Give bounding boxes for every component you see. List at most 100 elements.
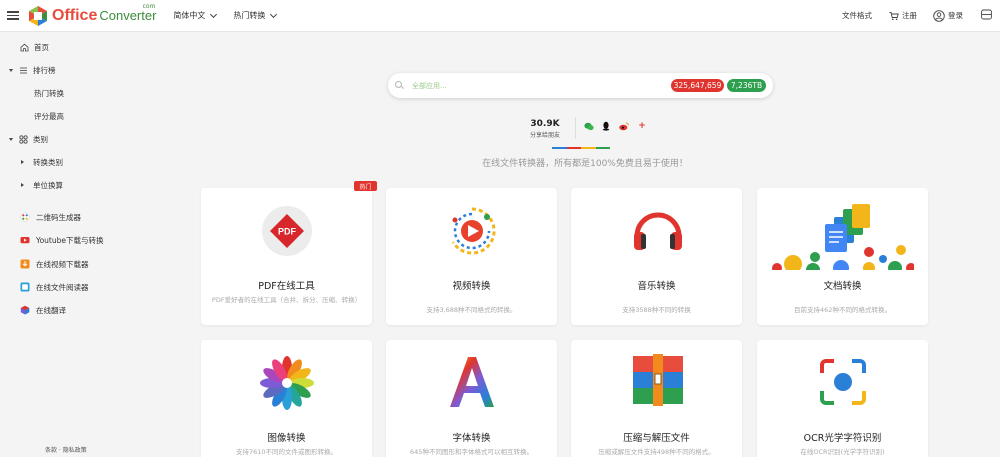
- chevron-down-icon: [210, 10, 218, 18]
- logo-com-text: com: [142, 2, 156, 10]
- login-label: 登录: [948, 11, 963, 20]
- home-icon: [20, 43, 29, 51]
- share-counter: 30.9K 分享给朋友: [515, 119, 575, 139]
- translate-icon: [20, 305, 30, 315]
- file-formats-link[interactable]: 文件格式: [842, 10, 872, 21]
- register-link[interactable]: 注册: [889, 10, 917, 21]
- apps-icon[interactable]: [981, 9, 992, 22]
- card-title: 文档转换: [823, 281, 862, 292]
- pdf-icon: PDF: [261, 205, 313, 259]
- search-input[interactable]: [412, 79, 652, 92]
- sidebar-item-top-rated[interactable]: 评分最高: [0, 108, 118, 124]
- sidebar-item-youtube[interactable]: Youtube下载与转换: [0, 232, 118, 248]
- sidebar-item-unit-convert[interactable]: 单位换算: [0, 177, 118, 193]
- grid-icon: [19, 134, 28, 144]
- caret-right-icon: [21, 160, 24, 164]
- sidebar-item-file-reader[interactable]: 在线文件阅读器: [0, 279, 118, 295]
- card-archive-convert[interactable]: 压缩与解压文件 压缩或解压文件支持498种不同的格式。: [571, 340, 742, 457]
- sidebar-item-label: 排行榜: [33, 65, 56, 75]
- logo-converter-text: Converter: [99, 7, 157, 23]
- sidebar-item-label: 在线文件阅读器: [36, 282, 89, 292]
- card-title: 压缩与解压文件: [623, 433, 690, 444]
- sidebar-item-video-downloader[interactable]: 在线视频下载器: [0, 256, 118, 272]
- card-desc: 支持7610不同的文件或图形转换。: [235, 448, 338, 456]
- caret-right-icon: [21, 183, 24, 187]
- register-label: 注册: [902, 11, 917, 20]
- logo-office-text: Office: [52, 6, 98, 24]
- caret-down-icon: [9, 137, 13, 141]
- color-strip: [552, 147, 610, 149]
- wechat-icon[interactable]: [584, 121, 594, 131]
- sidebar-footer-links[interactable]: 条款 · 隐私政策: [45, 445, 87, 454]
- hot-badge: 热门: [354, 181, 377, 191]
- sidebar-item-category[interactable]: 类别: [0, 131, 118, 147]
- search-bar: 325,647,659 7,236TB: [388, 73, 773, 98]
- sidebar-item-label: Youtube下载与转换: [36, 235, 104, 245]
- share-divider: [575, 117, 576, 139]
- card-title: OCR光学字符识别: [803, 433, 882, 444]
- qq-icon[interactable]: [601, 121, 611, 131]
- sidebar-item-hot-convert[interactable]: 热门转换: [0, 85, 118, 101]
- cart-icon: [889, 11, 899, 20]
- sidebar-item-label: 单位换算: [33, 180, 63, 190]
- card-image-convert[interactable]: 图像转换 支持7610不同的文件或图形转换。: [201, 340, 372, 457]
- card-document-convert[interactable]: 文档转换 目前支持462种不同的格式转换。: [757, 188, 928, 325]
- hot-convert-dropdown[interactable]: 热门转换: [233, 10, 278, 21]
- sidebar-item-label: 二维码生成器: [36, 212, 81, 222]
- card-title: PDF在线工具: [258, 281, 315, 292]
- language-label: 简体中文: [173, 11, 206, 20]
- sidebar-item-translate[interactable]: 在线翻译: [0, 302, 118, 318]
- site-logo[interactable]: Office Converter com: [27, 2, 157, 27]
- sidebar-item-ranking[interactable]: 排行榜: [0, 62, 118, 78]
- more-share-icon[interactable]: +: [637, 121, 647, 131]
- menu-icon[interactable]: [7, 11, 19, 20]
- logo-icon: [27, 5, 49, 27]
- ocr-icon: [818, 357, 868, 409]
- card-title: 字体转换: [452, 433, 491, 444]
- top-header: Office Converter com 简体中文 热门转换 文件格式 注册 登…: [0, 0, 1000, 32]
- list-icon: [20, 67, 27, 73]
- pdf-icon-label: PDF: [278, 227, 297, 237]
- sidebar-item-convert-category[interactable]: 转换类别: [0, 154, 118, 170]
- card-pdf-tools[interactable]: PDF PDF在线工具 PDF爱好者的在线工具（合并、拆分、压缩、转换）: [201, 188, 372, 325]
- video-icon: [445, 204, 499, 260]
- card-video-convert[interactable]: 视频转换 支持3,688种不同格式的转换。: [386, 188, 557, 325]
- files-count-badge: 325,647,659: [671, 79, 724, 92]
- card-desc: 压缩或解压文件支持498种不同的格式。: [598, 448, 715, 456]
- qr-icon: [20, 212, 30, 222]
- file-formats-label: 文件格式: [842, 11, 872, 20]
- card-title: 视频转换: [452, 281, 491, 292]
- sidebar-item-label: 在线视频下载器: [36, 259, 89, 269]
- card-ocr[interactable]: OCR光学字符识别 在线OCR识别(光学字符识别): [757, 340, 928, 457]
- sidebar-item-label: 类别: [33, 134, 48, 144]
- sidebar-item-label: 在线翻译: [36, 305, 66, 315]
- card-desc: 目前支持462种不同的格式转换。: [794, 306, 891, 314]
- user-icon: [933, 9, 945, 22]
- sidebar: 首页 排行榜 热门转换 评分最高 类别 转换类别 单位换算 二维码生成器 You…: [0, 32, 118, 457]
- card-font-convert[interactable]: 字体转换 645种不同图形和字体格式可以相互转换。: [386, 340, 557, 457]
- language-dropdown[interactable]: 简体中文: [173, 10, 218, 21]
- card-title: 音乐转换: [637, 281, 676, 292]
- login-link[interactable]: 登录: [933, 9, 963, 22]
- download-icon: [20, 259, 30, 269]
- reader-icon: [20, 282, 30, 292]
- headphones-icon: [631, 206, 685, 258]
- card-desc: 645种不同图形和字体格式可以相互转换。: [410, 448, 533, 456]
- card-music-convert[interactable]: 音乐转换 支持3588种不同的转换: [571, 188, 742, 325]
- sidebar-item-qr-generator[interactable]: 二维码生成器: [0, 209, 118, 225]
- card-title: 图像转换: [267, 433, 306, 444]
- font-icon: [446, 354, 498, 412]
- weibo-icon[interactable]: [619, 121, 629, 131]
- card-desc: PDF爱好者的在线工具（合并、拆分、压缩、转换）: [211, 296, 362, 304]
- youtube-icon: [20, 237, 30, 244]
- tagline: 在线文件转换器，所有都是100%免费且易于使用！: [482, 159, 688, 169]
- sidebar-item-label: 热门转换: [34, 88, 64, 98]
- archive-icon: [631, 354, 685, 408]
- hot-convert-label: 热门转换: [233, 11, 266, 20]
- sidebar-item-home[interactable]: 首页: [0, 39, 118, 55]
- share-count-label: 分享给朋友: [529, 132, 560, 139]
- flower-icon: [260, 356, 314, 412]
- search-icon: [395, 81, 402, 88]
- card-desc: 在线OCR识别(光学字符识别): [800, 448, 885, 456]
- card-desc: 支持3,688种不同格式的转换。: [426, 306, 517, 314]
